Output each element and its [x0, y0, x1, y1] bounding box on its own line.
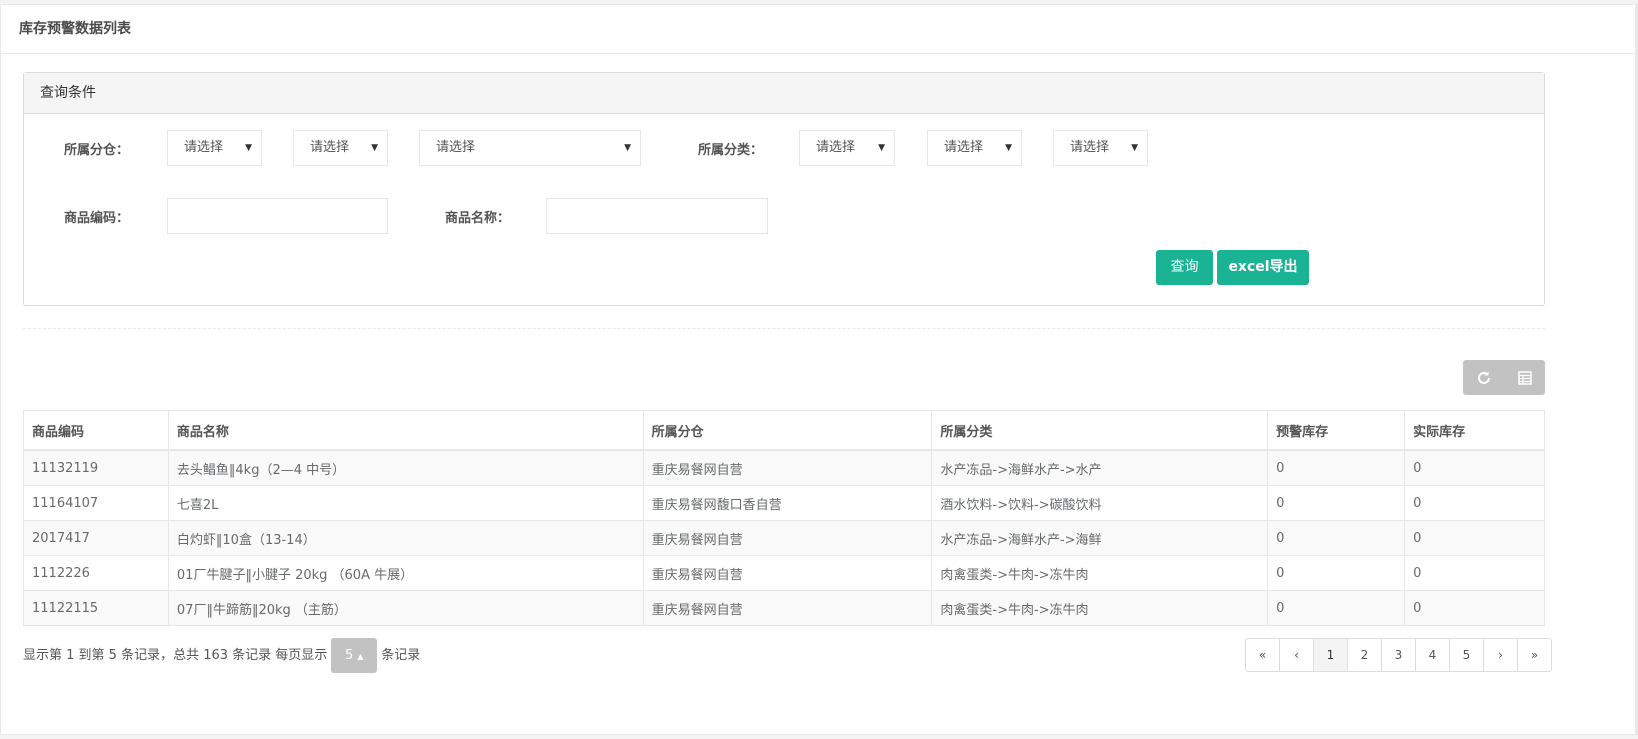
- excel-export-button[interactable]: excel导出: [1217, 250, 1309, 285]
- table-row[interactable]: 11164107 七喜2L 重庆易餐网馥口香自营 酒水饮料->饮料->碳酸饮料 …: [23, 485, 1545, 521]
- page-next-button[interactable]: ›: [1483, 638, 1518, 672]
- caret-down-icon: ▼: [624, 143, 631, 153]
- cell-category: 酒水饮料->饮料->碳酸饮料: [931, 485, 1269, 521]
- cell-product-code: 11132119: [23, 449, 169, 486]
- cell-product-name: 七喜2L: [167, 485, 644, 521]
- column-header[interactable]: 所属分仓: [642, 410, 933, 451]
- cell-warning-stock: 0: [1267, 520, 1406, 556]
- table-row[interactable]: 11132119 去头鲳鱼‖4kg（2—4 中号） 重庆易餐网自营 水产冻品->…: [23, 449, 1545, 486]
- warehouse-select-1[interactable]: 请选择 ▼: [167, 130, 262, 166]
- category-select-1-value: 请选择: [816, 140, 856, 155]
- pagination: « ‹ 1 2 3 4 5 › »: [1245, 638, 1552, 672]
- refresh-button[interactable]: [1463, 360, 1504, 395]
- stock-warning-table: 商品编码 商品名称 所属分仓 所属分类 预警库存 实际库存 11132119 去…: [23, 410, 1545, 626]
- page-container: 库存预警数据列表 查询条件 所属分仓： 请选择 ▼ 请选择 ▼ 请选择 ▼ 所属…: [0, 4, 1636, 735]
- page-last-button[interactable]: »: [1517, 638, 1552, 672]
- query-panel-title: 查询条件: [24, 73, 1544, 114]
- page-title: 库存预警数据列表: [1, 5, 1635, 54]
- category-select-1[interactable]: 请选择 ▼: [799, 130, 895, 166]
- page-size-value: 5: [345, 648, 354, 663]
- page-button-5[interactable]: 5: [1449, 638, 1484, 672]
- page-button-2[interactable]: 2: [1347, 638, 1382, 672]
- page-first-button[interactable]: «: [1245, 638, 1280, 672]
- product-name-label: 商品名称：: [445, 211, 511, 226]
- table-row[interactable]: 2017417 白灼虾‖10盒（13-14） 重庆易餐网自营 水产冻品->海鲜水…: [23, 520, 1545, 556]
- caret-down-icon: ▼: [1131, 143, 1138, 153]
- cell-product-code: 2017417: [23, 520, 169, 556]
- cell-actual-stock: 0: [1404, 555, 1545, 591]
- query-panel: 查询条件 所属分仓： 请选择 ▼ 请选择 ▼ 请选择 ▼ 所属分类： 请选择 ▼…: [23, 72, 1545, 306]
- warehouse-select-2-value: 请选择: [310, 140, 350, 155]
- page-prev-button[interactable]: ‹: [1279, 638, 1314, 672]
- cell-warehouse: 重庆易餐网自营: [642, 590, 933, 626]
- warehouse-select-1-value: 请选择: [184, 140, 224, 155]
- pagination-info-suffix: 条记录: [381, 648, 421, 663]
- category-select-3-value: 请选择: [1070, 140, 1110, 155]
- cell-warehouse: 重庆易餐网自营: [642, 520, 933, 556]
- column-header[interactable]: 所属分类: [931, 410, 1269, 451]
- cell-actual-stock: 0: [1404, 449, 1545, 486]
- cell-category: 肉禽蛋类->牛肉->冻牛肉: [931, 590, 1269, 626]
- caret-down-icon: ▼: [878, 143, 885, 153]
- cell-warehouse: 重庆易餐网馥口香自营: [642, 485, 933, 521]
- cell-warehouse: 重庆易餐网自营: [642, 449, 933, 486]
- table-columns-icon: [1517, 370, 1532, 385]
- cell-product-code: 11164107: [23, 485, 169, 521]
- cell-product-name: 白灼虾‖10盒（13-14）: [167, 520, 644, 556]
- columns-button[interactable]: [1504, 360, 1545, 395]
- column-header[interactable]: 实际库存: [1404, 410, 1545, 451]
- cell-actual-stock: 0: [1404, 590, 1545, 626]
- cell-category: 肉禽蛋类->牛肉->冻牛肉: [931, 555, 1269, 591]
- page-button-4[interactable]: 4: [1415, 638, 1450, 672]
- cell-warning-stock: 0: [1267, 485, 1406, 521]
- cell-product-name: 01厂牛腱子‖小腱子 20kg （60A 牛展）: [167, 555, 644, 591]
- cell-warning-stock: 0: [1267, 555, 1406, 591]
- column-header[interactable]: 预警库存: [1267, 410, 1406, 451]
- cell-actual-stock: 0: [1404, 485, 1545, 521]
- cell-product-name: 07厂‖牛蹄筋‖20kg （主筋）: [167, 590, 644, 626]
- warehouse-label: 所属分仓：: [64, 143, 130, 158]
- category-label: 所属分类：: [698, 143, 764, 158]
- cell-actual-stock: 0: [1404, 520, 1545, 556]
- cell-product-name: 去头鲳鱼‖4kg（2—4 中号）: [167, 449, 644, 486]
- cell-warning-stock: 0: [1267, 590, 1406, 626]
- category-select-2[interactable]: 请选择 ▼: [927, 130, 1022, 166]
- cell-product-code: 1112226: [23, 555, 169, 591]
- page-button-1[interactable]: 1: [1313, 638, 1348, 672]
- column-header[interactable]: 商品名称: [167, 410, 644, 451]
- section-divider: [23, 328, 1545, 329]
- table-row[interactable]: 11122115 07厂‖牛蹄筋‖20kg （主筋） 重庆易餐网自营 肉禽蛋类-…: [23, 590, 1545, 626]
- page-size-dropdown[interactable]: 5 ▲: [331, 638, 378, 673]
- refresh-icon: [1477, 371, 1490, 384]
- cell-category: 水产冻品->海鲜水产->水产: [931, 449, 1269, 486]
- caret-down-icon: ▼: [1005, 143, 1012, 153]
- warehouse-select-3-value: 请选择: [436, 140, 476, 155]
- cell-product-code: 11122115: [23, 590, 169, 626]
- category-select-3[interactable]: 请选择 ▼: [1053, 130, 1148, 166]
- warehouse-select-2[interactable]: 请选择 ▼: [293, 130, 388, 166]
- caret-up-icon: ▲: [357, 652, 364, 661]
- page-button-3[interactable]: 3: [1381, 638, 1416, 672]
- product-code-label: 商品编码：: [64, 211, 130, 226]
- table-toolbar: [1463, 360, 1545, 395]
- warehouse-select-3[interactable]: 请选择 ▼: [419, 130, 641, 166]
- table-header-row: 商品编码 商品名称 所属分仓 所属分类 预警库存 实际库存: [23, 410, 1545, 451]
- caret-down-icon: ▼: [245, 143, 252, 153]
- table-row[interactable]: 1112226 01厂牛腱子‖小腱子 20kg （60A 牛展） 重庆易餐网自营…: [23, 555, 1545, 591]
- column-header[interactable]: 商品编码: [23, 410, 169, 451]
- category-select-2-value: 请选择: [944, 140, 984, 155]
- query-button[interactable]: 查询: [1156, 250, 1213, 285]
- pagination-info: 显示第 1 到第 5 条记录，总共 163 条记录 每页显示 5 ▲ 条记录: [23, 638, 420, 673]
- cell-category: 水产冻品->海鲜水产->海鲜: [931, 520, 1269, 556]
- pagination-info-prefix: 显示第 1 到第 5 条记录，总共 163 条记录 每页显示: [23, 648, 328, 663]
- product-name-input[interactable]: [546, 198, 768, 234]
- caret-down-icon: ▼: [371, 143, 378, 153]
- cell-warehouse: 重庆易餐网自营: [642, 555, 933, 591]
- product-code-input[interactable]: [167, 198, 388, 234]
- cell-warning-stock: 0: [1267, 449, 1406, 486]
